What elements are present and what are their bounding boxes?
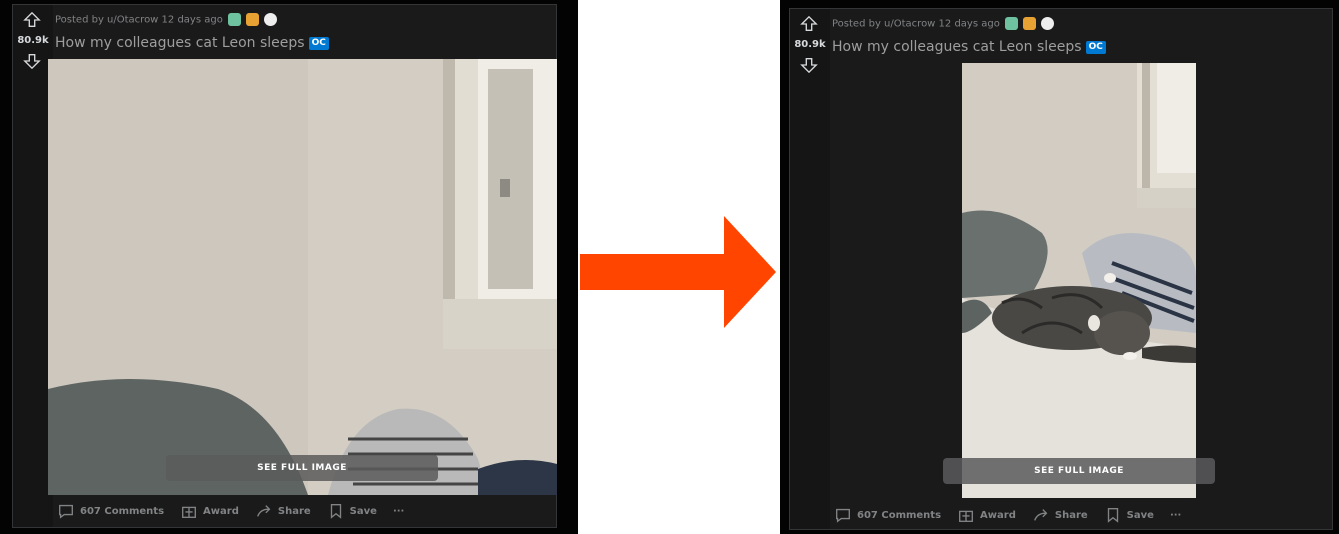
save-button[interactable]: Save — [1104, 506, 1154, 524]
action-bar: 607 Comments Award Share Save ··· — [834, 506, 1181, 524]
oc-flair: OC — [308, 36, 329, 50]
downvote-icon[interactable] — [23, 52, 41, 70]
vote-bar — [13, 5, 53, 527]
post-title-text: How my colleagues cat Leon sleeps — [832, 39, 1082, 55]
share-label: Share — [277, 505, 311, 517]
see-full-image-button[interactable]: SEE FULL IMAGE — [166, 455, 438, 481]
vote-score: 80.9k — [794, 39, 826, 50]
downvote-icon[interactable] — [800, 56, 818, 74]
post-image-full[interactable] — [962, 63, 1196, 498]
share-icon — [256, 505, 271, 517]
save-label: Save — [349, 505, 377, 517]
award-button[interactable]: Award — [957, 506, 1016, 524]
gift-icon — [182, 506, 197, 518]
award-icon-1 — [228, 13, 242, 26]
award-icon-3 — [264, 13, 278, 26]
upvote-icon[interactable] — [23, 11, 41, 29]
bookmark-icon — [330, 504, 341, 519]
post-meta: Posted by u/Otacrow 12 days ago — [55, 13, 278, 26]
more-options-button[interactable]: ··· — [393, 506, 404, 517]
award-icon-1 — [1005, 17, 1019, 30]
post-meta: Posted by u/Otacrow 12 days ago — [832, 17, 1055, 30]
cat-photo-crop — [48, 59, 557, 495]
post-title-text: How my colleagues cat Leon sleeps — [55, 35, 305, 51]
award-button[interactable]: Award — [180, 502, 239, 520]
comment-icon — [836, 508, 850, 523]
post-title[interactable]: How my colleagues cat Leon sleeps OC — [832, 39, 1106, 55]
post-title[interactable]: How my colleagues cat Leon sleeps OC — [55, 35, 329, 51]
award-icon-2 — [246, 13, 260, 26]
comments-button[interactable]: 607 Comments — [834, 506, 941, 524]
see-full-image-button[interactable]: SEE FULL IMAGE — [943, 458, 1215, 484]
post-image-cropped[interactable]: SEE FULL IMAGE — [48, 59, 557, 495]
posted-by-text: Posted by u/Otacrow 12 days ago — [55, 14, 223, 26]
award-label: Award — [980, 509, 1016, 521]
comments-label: 607 Comments — [80, 505, 165, 517]
award-icon-2 — [1023, 17, 1037, 30]
cat-photo-full — [962, 63, 1196, 498]
comments-label: 607 Comments — [857, 509, 942, 521]
posted-by-text: Posted by u/Otacrow 12 days ago — [832, 18, 1000, 30]
upvote-icon[interactable] — [800, 15, 818, 33]
share-button[interactable]: Share — [255, 502, 311, 520]
oc-flair: OC — [1085, 40, 1106, 54]
save-label: Save — [1126, 509, 1154, 521]
gift-icon — [959, 510, 974, 522]
share-button[interactable]: Share — [1032, 506, 1088, 524]
award-label: Award — [203, 505, 239, 517]
share-label: Share — [1054, 509, 1088, 521]
comments-button[interactable]: 607 Comments — [57, 502, 164, 520]
post-card-after[interactable]: 80.9k Posted by u/Otacrow 12 days ago Ho… — [789, 8, 1333, 530]
vote-score: 80.9k — [17, 35, 49, 46]
comment-icon — [59, 504, 73, 519]
action-bar: 607 Comments Award Share Save ··· — [57, 502, 404, 520]
post-card-before[interactable]: 80.9k Posted by u/Otacrow 12 days ago Ho… — [12, 4, 557, 528]
save-button[interactable]: Save — [327, 502, 377, 520]
bookmark-icon — [1107, 508, 1118, 523]
share-icon — [1033, 509, 1048, 521]
award-icon-3 — [1041, 17, 1055, 30]
right-arrow-icon — [580, 216, 776, 328]
more-options-button[interactable]: ··· — [1170, 510, 1181, 521]
vote-bar — [790, 9, 830, 529]
